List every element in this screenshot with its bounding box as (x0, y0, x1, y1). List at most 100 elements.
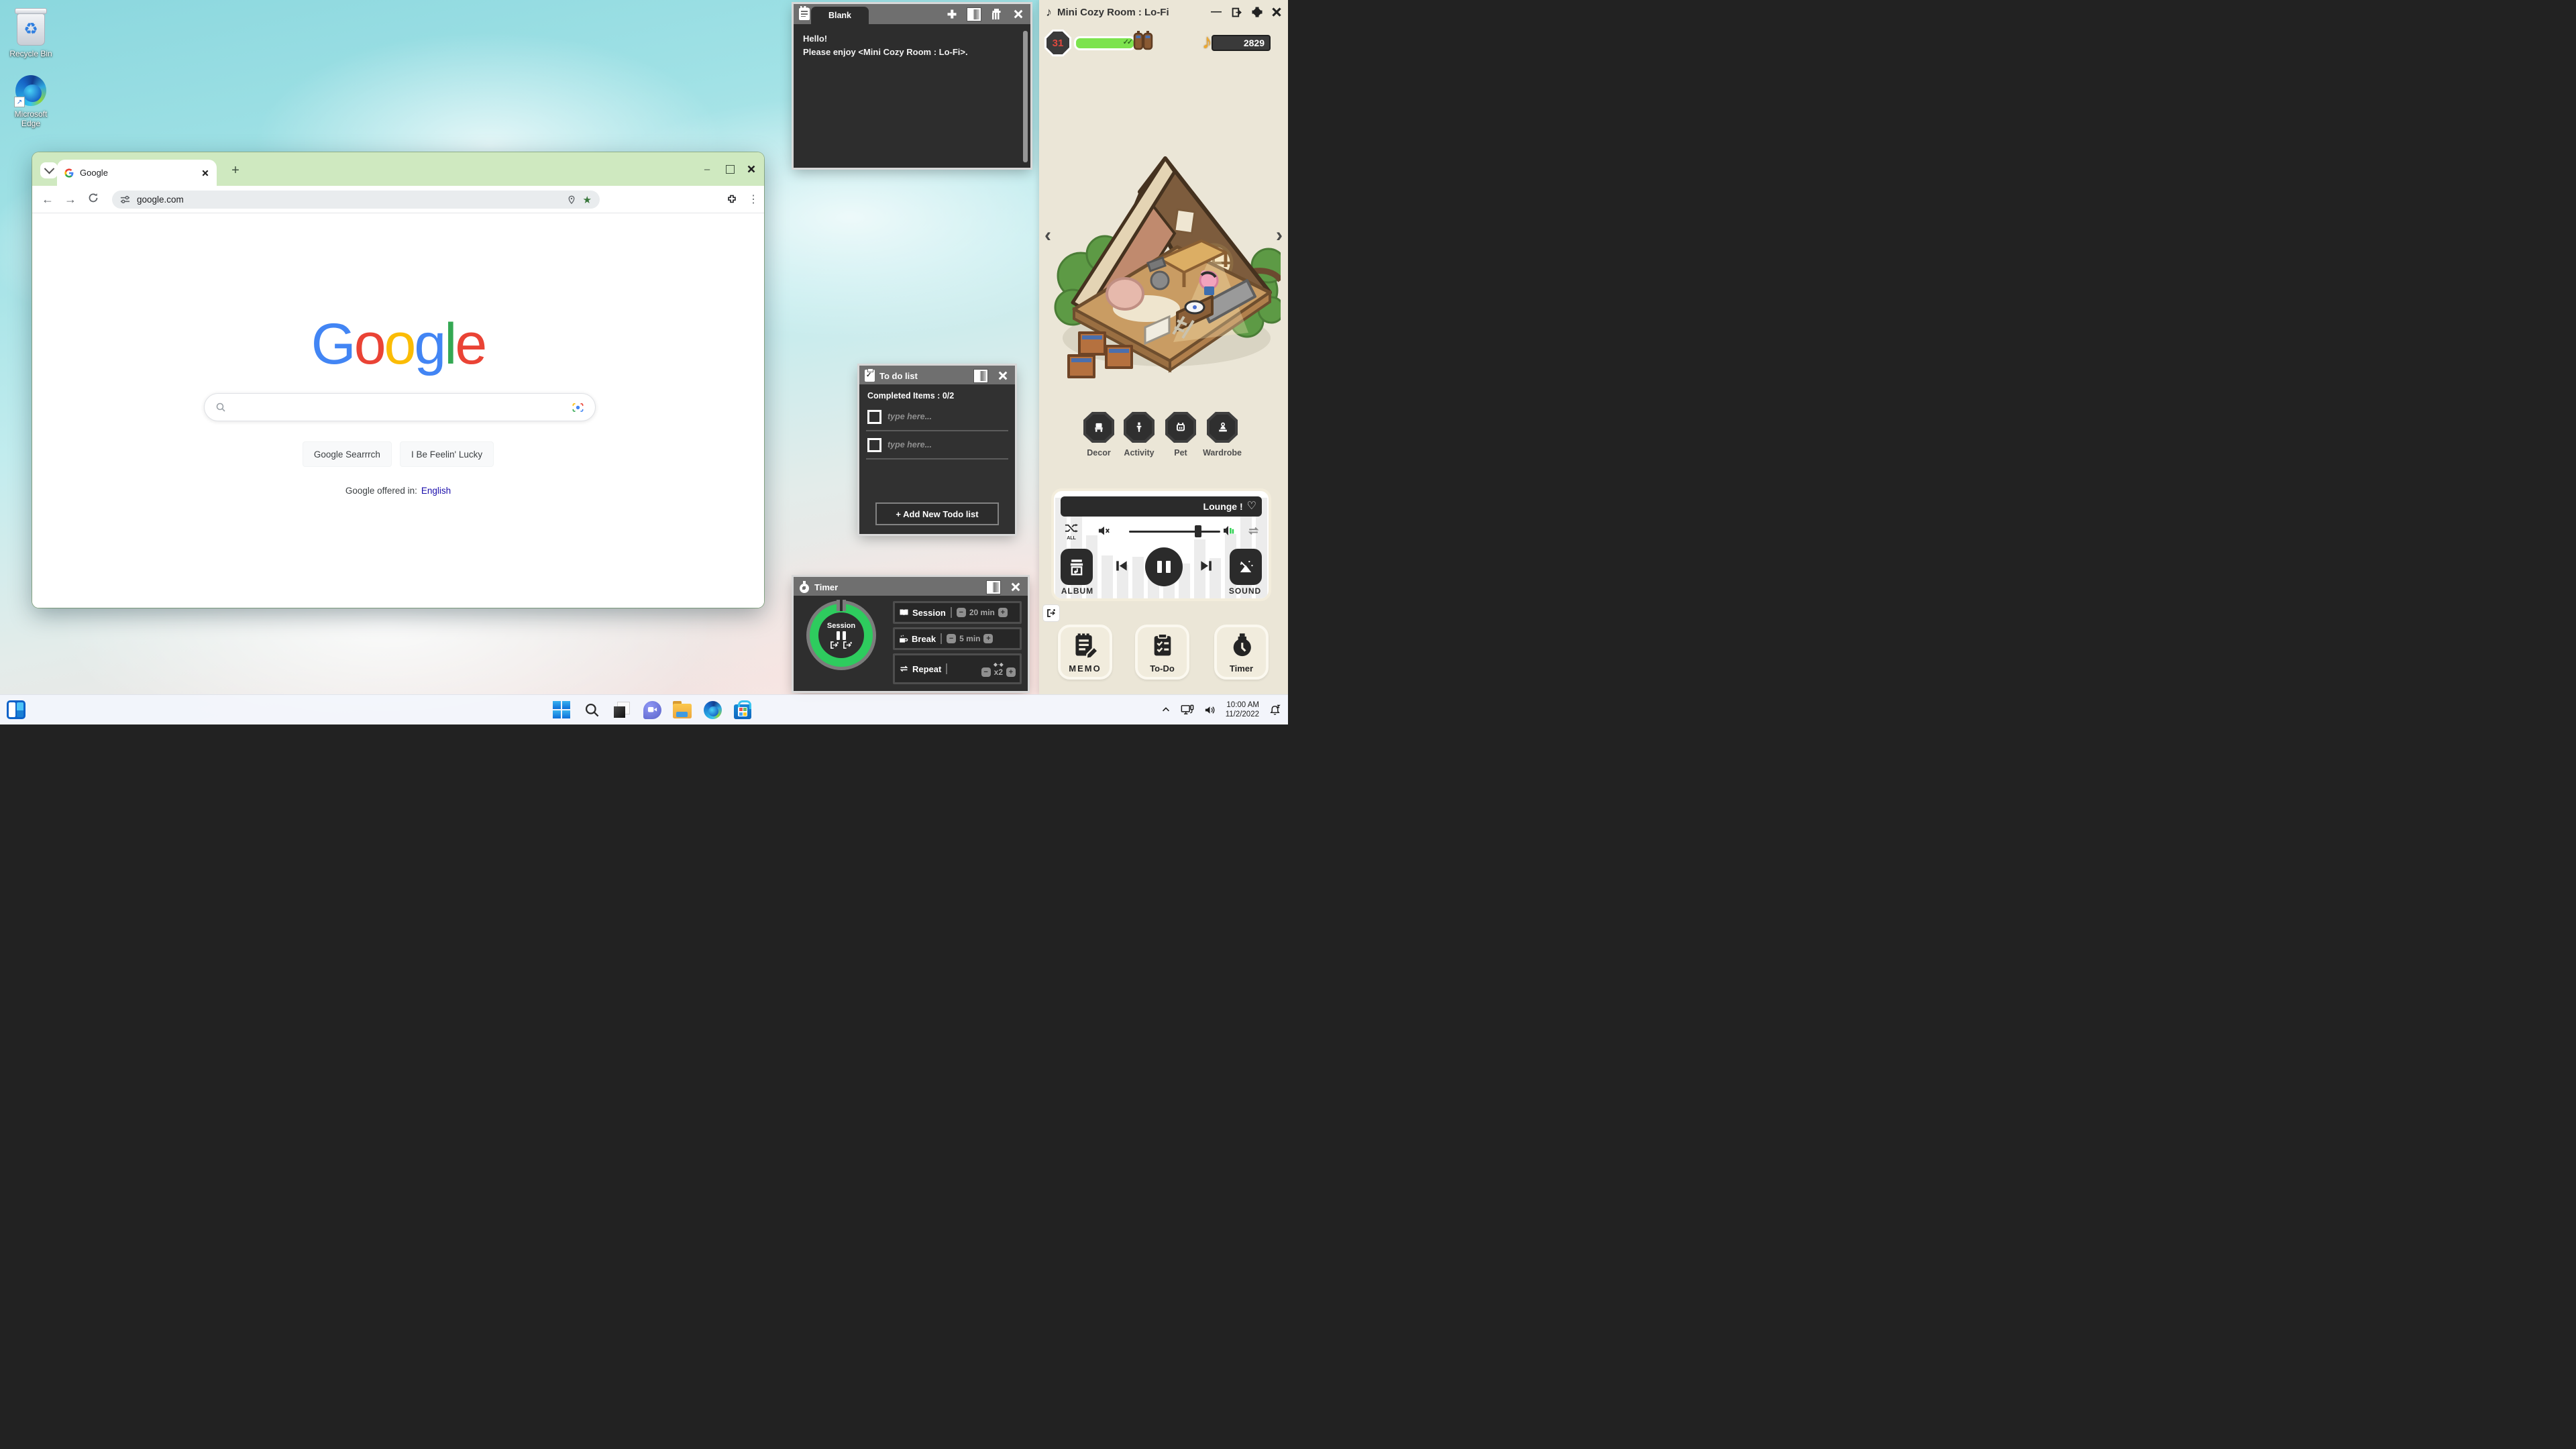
todo-close-button[interactable] (996, 369, 1010, 382)
repeat-track-icon[interactable] (1247, 526, 1260, 536)
memo-content[interactable]: Hello! Please enjoy <Mini Cozy Room : Lo… (794, 24, 1030, 168)
cozy-popout-button[interactable] (1232, 7, 1242, 17)
play-pause-button[interactable] (1145, 547, 1183, 586)
todo-checkbox[interactable] (867, 410, 881, 424)
bag-icon[interactable] (1133, 30, 1153, 51)
desktop-icon-recycle-bin[interactable]: ♻ Recycle Bin (9, 8, 52, 58)
repeat-sparkle: ◆·◆ (994, 661, 1004, 667)
cozy-settings-icon[interactable] (1252, 7, 1262, 17)
todo-item-input[interactable]: type here... (888, 440, 932, 449)
todo-item-input[interactable]: type here... (888, 412, 932, 421)
todo-maximize-button[interactable] (974, 369, 987, 382)
file-explorer-button[interactable] (673, 700, 692, 719)
break-minus-button[interactable]: − (947, 634, 956, 643)
cozy-titlebar[interactable]: ♪ Mini Cozy Room : Lo-Fi — (1039, 0, 1288, 24)
feeling-lucky-button[interactable]: I Be Feelin' Lucky (400, 441, 494, 467)
cozy-close-button[interactable] (1272, 7, 1282, 17)
address-bar[interactable]: google.com ★ (112, 191, 600, 209)
shuffle-button[interactable]: ALL (1065, 523, 1078, 541)
extensions-icon[interactable] (727, 194, 737, 205)
forward-button[interactable]: → (59, 193, 82, 207)
timer-dock-button[interactable]: Timer (1214, 625, 1269, 680)
track-category-bar[interactable]: Lounge ! ♡ (1061, 496, 1262, 517)
bookmark-star-icon[interactable]: ★ (583, 194, 592, 206)
new-tab-button[interactable]: + (229, 164, 242, 177)
language-link[interactable]: English (421, 486, 451, 496)
search-input[interactable] (234, 401, 564, 414)
skip-session-icon[interactable] (843, 641, 852, 649)
tray-chevron-up-icon[interactable] (1161, 704, 1171, 715)
notification-bell-icon[interactable] (1269, 704, 1281, 716)
memo-scrollbar[interactable] (1023, 31, 1028, 162)
volume-slider[interactable] (1129, 531, 1220, 533)
todo-titlebar[interactable]: To do list (859, 366, 1015, 386)
add-todo-list-button[interactable]: + Add New Todo list (875, 502, 999, 525)
edge-taskbar-button[interactable] (703, 700, 722, 719)
pet-button[interactable] (1165, 412, 1196, 443)
cozy-minimize-button[interactable]: — (1211, 6, 1222, 18)
session-plus-button[interactable]: + (998, 608, 1008, 617)
todo-item-row: type here... (867, 409, 1008, 425)
memo-tab[interactable]: Blank (811, 7, 869, 24)
decor-button[interactable] (1083, 412, 1114, 443)
session-progress-ring[interactable]: Session (810, 604, 873, 667)
memo-titlebar[interactable]: Blank (794, 4, 1030, 24)
pause-icon[interactable] (837, 631, 846, 640)
taskbar-search-button[interactable] (582, 700, 601, 719)
widgets-button[interactable] (7, 700, 25, 719)
browser-minimize-button[interactable]: – (697, 160, 717, 178)
next-track-button[interactable] (1199, 559, 1212, 572)
heart-icon[interactable]: ♡ (1247, 501, 1256, 512)
wardrobe-button[interactable] (1207, 412, 1238, 443)
repeat-plus-button[interactable]: + (1006, 667, 1016, 677)
cozy-room-scene[interactable] (1046, 131, 1281, 386)
memo-delete-button[interactable] (989, 7, 1003, 21)
google-search-box[interactable] (204, 393, 596, 421)
browser-maximize-button[interactable] (720, 160, 740, 178)
browser-menu-icon[interactable]: ⋮ (748, 193, 759, 206)
timer-maximize-button[interactable] (987, 580, 1000, 594)
browser-tab[interactable]: Google (57, 160, 217, 186)
google-search-button[interactable]: Google Searrrch (303, 441, 392, 467)
timer-close-button[interactable] (1009, 580, 1022, 594)
memo-dock-button[interactable]: MEMO (1058, 625, 1112, 680)
todo-checkbox[interactable] (867, 438, 881, 452)
memo-add-button[interactable] (945, 7, 959, 21)
mute-icon[interactable] (1098, 526, 1110, 535)
collapse-panel-button[interactable] (1043, 605, 1059, 621)
google-favicon (64, 168, 74, 178)
clock[interactable]: 10:00 AM 11/2/2022 (1226, 700, 1259, 719)
session-label: Session (912, 608, 946, 618)
session-minus-button[interactable]: − (957, 608, 966, 617)
todo-dock-button[interactable]: To-Do (1135, 625, 1189, 680)
sound-button[interactable] (1230, 549, 1262, 585)
location-pin-icon[interactable] (567, 195, 576, 205)
store-button[interactable] (733, 700, 752, 719)
google-lens-icon[interactable] (572, 401, 584, 414)
network-icon[interactable] (1181, 704, 1194, 715)
volume-knob[interactable] (1195, 525, 1201, 537)
tab-search-button[interactable] (40, 162, 58, 178)
repeat-minus-button[interactable]: − (981, 667, 991, 677)
memo-maximize-button[interactable] (967, 7, 981, 21)
timer-titlebar[interactable]: Timer (794, 577, 1028, 597)
memo-line: Hello! (803, 32, 1021, 46)
site-settings-icon[interactable] (120, 195, 130, 205)
break-plus-button[interactable]: + (983, 634, 993, 643)
chat-button[interactable] (643, 700, 661, 719)
browser-close-button[interactable] (741, 160, 761, 178)
restart-session-icon[interactable] (830, 641, 839, 649)
reload-button[interactable] (82, 193, 105, 207)
task-view-button[interactable] (612, 700, 631, 719)
desktop-icon-edge[interactable]: ↗ Microsoft Edge (9, 75, 52, 128)
speaker-icon[interactable] (1203, 704, 1216, 716)
memo-close-button[interactable] (1012, 7, 1025, 21)
tab-close-icon[interactable] (202, 170, 209, 176)
back-button[interactable]: ← (36, 193, 59, 207)
activity-button[interactable] (1124, 412, 1155, 443)
url-text[interactable]: google.com (137, 195, 560, 205)
start-button[interactable] (552, 700, 571, 719)
album-button[interactable] (1061, 549, 1093, 585)
previous-track-button[interactable] (1116, 559, 1128, 572)
browser-toolbar: ← → google.com ★ ⋮ (32, 186, 764, 213)
